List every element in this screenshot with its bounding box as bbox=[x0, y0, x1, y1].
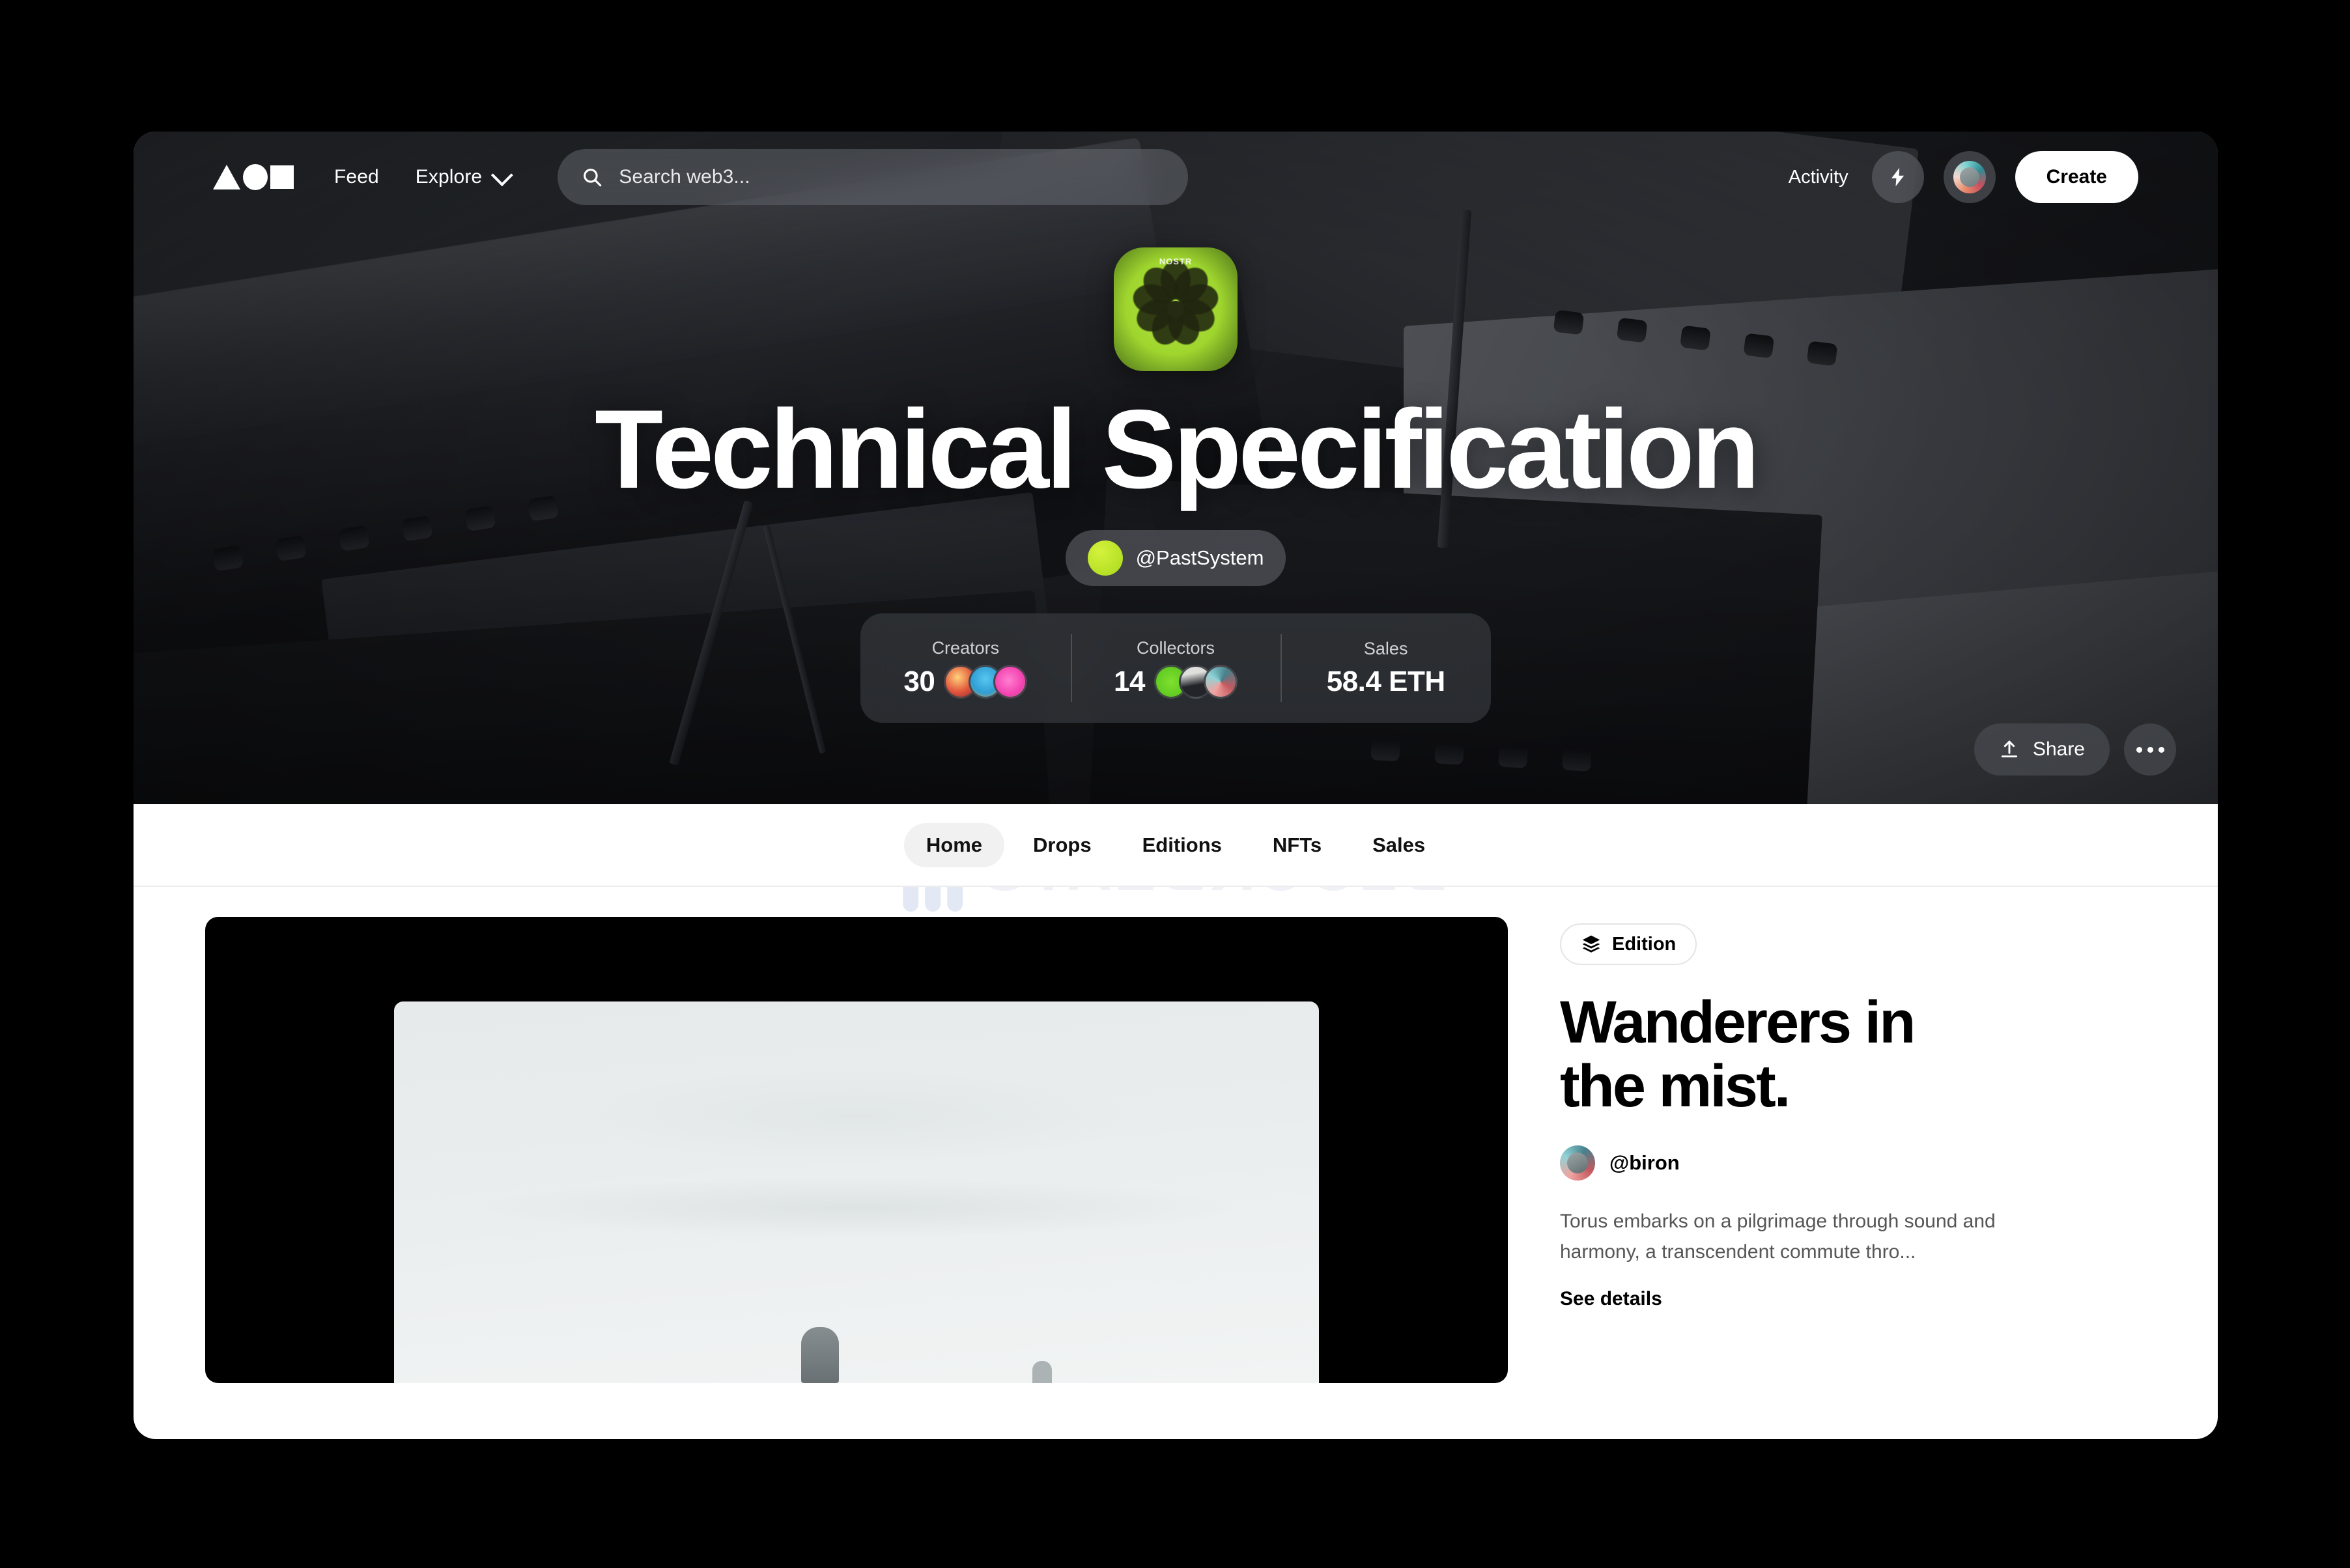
foundation-logo-icon[interactable] bbox=[213, 164, 294, 190]
profile-picture-label: NOSTR bbox=[1159, 257, 1193, 266]
profile-hero: Feed Explore Search web3... Activity Cre… bbox=[134, 132, 2218, 804]
artwork-image bbox=[394, 1001, 1319, 1383]
user-avatar-button[interactable] bbox=[1943, 151, 1996, 203]
notifications-bolt-button[interactable] bbox=[1871, 151, 1924, 203]
more-options-button[interactable] bbox=[2124, 723, 2176, 776]
nav-explore-label: Explore bbox=[415, 166, 483, 188]
stat-value: 58.4 ETH bbox=[1326, 665, 1445, 697]
profile-username-pill[interactable]: @PastSystem bbox=[1065, 530, 1286, 586]
stat-value: 30 bbox=[903, 665, 935, 697]
username-avatar bbox=[1087, 540, 1123, 576]
artwork-preview-card[interactable] bbox=[205, 917, 1508, 1383]
tab-drops[interactable]: Drops bbox=[1011, 823, 1114, 867]
search-input[interactable]: Search web3... bbox=[558, 149, 1189, 205]
artwork-title-line-2: the mist. bbox=[1560, 1052, 1791, 1119]
share-upload-icon bbox=[2001, 740, 2018, 758]
chevron-down-icon bbox=[491, 164, 514, 187]
profile-picture-center bbox=[1167, 301, 1184, 318]
creator-username: @biron bbox=[1609, 1151, 1680, 1175]
collector-avatar-stack bbox=[1154, 664, 1238, 699]
tab-home[interactable]: Home bbox=[903, 822, 1005, 867]
profile-tab-bar: Home Drops Editions NFTs Sales bbox=[134, 804, 2218, 887]
artwork-description: Torus embarks on a pilgrimage through so… bbox=[1560, 1211, 1996, 1263]
artwork-figure bbox=[800, 1327, 839, 1383]
layers-icon bbox=[1582, 935, 1600, 953]
lightning-bolt-icon bbox=[1891, 167, 1904, 187]
artwork-title-line-1: Wanderers in bbox=[1560, 989, 1916, 1056]
share-button[interactable]: Share bbox=[1974, 723, 2110, 776]
app-window: Feed Explore Search web3... Activity Cre… bbox=[134, 132, 2218, 1439]
profile-username: @PastSystem bbox=[1135, 546, 1264, 569]
creator-avatar-stack bbox=[944, 664, 1028, 699]
edition-badge-label: Edition bbox=[1612, 933, 1677, 955]
logo-triangle-icon bbox=[213, 165, 240, 189]
artwork-creator-row[interactable]: @biron bbox=[1560, 1145, 2146, 1181]
creator-avatar bbox=[1560, 1145, 1595, 1181]
profile-stats-bar: Creators 30 Collectors 14 Sales 58.4 ETH bbox=[860, 613, 1491, 723]
logo-circle-icon bbox=[243, 164, 268, 190]
create-button[interactable]: Create bbox=[2015, 151, 2138, 203]
tab-editions[interactable]: Editions bbox=[1120, 823, 1244, 867]
main-content: Edition Wanderers in the mist. @biron To… bbox=[134, 887, 2218, 1383]
stat-label: Sales bbox=[1363, 638, 1408, 658]
search-icon bbox=[584, 169, 602, 187]
nav-link-explore[interactable]: Explore bbox=[415, 164, 514, 188]
profile-picture[interactable]: NOSTR bbox=[1114, 247, 1238, 371]
avatar bbox=[1953, 161, 1986, 193]
stat-creators[interactable]: Creators 30 bbox=[860, 613, 1071, 723]
stat-label: Collectors bbox=[1136, 637, 1215, 658]
nav-link-feed[interactable]: Feed bbox=[334, 166, 379, 188]
search-placeholder-text: Search web3... bbox=[619, 166, 750, 188]
stat-collectors[interactable]: Collectors 14 bbox=[1070, 613, 1281, 723]
artwork-detail-panel: Edition Wanderers in the mist. @biron To… bbox=[1560, 917, 2146, 1383]
artwork-title: Wanderers in the mist. bbox=[1560, 989, 2146, 1119]
tab-sales[interactable]: Sales bbox=[1350, 823, 1447, 867]
nav-link-activity[interactable]: Activity bbox=[1789, 167, 1848, 188]
logo-square-icon bbox=[270, 165, 294, 189]
top-nav-right-group: Activity Create bbox=[1789, 151, 2138, 203]
tab-nfts[interactable]: NFTs bbox=[1251, 823, 1344, 867]
share-label: Share bbox=[2032, 738, 2085, 760]
page-title: Technical Specification bbox=[595, 387, 1760, 512]
top-navigation-bar: Feed Explore Search web3... Activity Cre… bbox=[134, 132, 2218, 223]
edition-badge[interactable]: Edition bbox=[1560, 923, 1697, 965]
stat-value: 14 bbox=[1114, 665, 1145, 697]
artwork-figure-secondary bbox=[1032, 1361, 1052, 1383]
see-details-link[interactable]: See details bbox=[1560, 1288, 2146, 1310]
stat-label: Creators bbox=[931, 637, 1000, 658]
stat-sales[interactable]: Sales 58.4 ETH bbox=[1281, 613, 1491, 723]
hero-action-buttons: Share bbox=[1974, 723, 2176, 776]
ellipsis-icon bbox=[2136, 746, 2142, 753]
